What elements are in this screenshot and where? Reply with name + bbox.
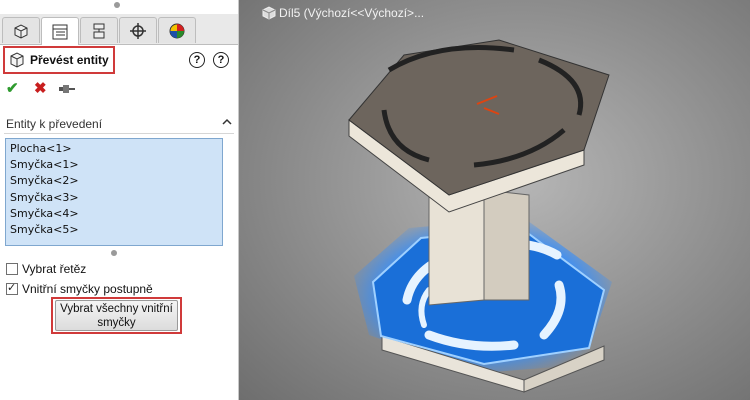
whats-new-help-icon[interactable]: ? [189, 52, 205, 68]
section-title: Entity k převedení [6, 117, 103, 131]
cancel-icon[interactable]: ✖ [34, 80, 47, 98]
tab-property-manager[interactable] [41, 17, 79, 45]
entities-listbox[interactable]: Plocha<1> Smyčka<1> Smyčka<2> Smyčka<3> … [5, 138, 223, 246]
tab-feature-tree[interactable] [2, 17, 40, 43]
top-plate [348, 39, 610, 213]
command-title: Převést entity [30, 53, 109, 67]
list-item[interactable]: Smyčka<5> [10, 222, 218, 238]
listbox-resize-handle[interactable] [111, 250, 117, 256]
panel-resize-handle[interactable] [114, 2, 120, 8]
tab-dimxpert-manager[interactable] [119, 17, 157, 43]
dimxpert-icon [130, 22, 146, 39]
select-chain-checkbox[interactable] [6, 263, 18, 275]
convert-entities-icon [10, 52, 24, 68]
select-all-inner-loops-button[interactable]: Vybrat všechny vnitřní smyčky [55, 300, 178, 331]
list-item[interactable]: Smyčka<2> [10, 173, 218, 189]
list-item[interactable]: Plocha<1> [10, 141, 218, 157]
property-manager-panel: Převést entity ? ? ✔ ✖ Entity k převeden… [0, 0, 239, 400]
list-item[interactable]: Smyčka<1> [10, 157, 218, 173]
property-manager-icon [52, 24, 68, 39]
list-item[interactable]: Smyčka<4> [10, 206, 218, 222]
command-header: Převést entity [3, 46, 115, 74]
list-item[interactable]: Smyčka<3> [10, 190, 218, 206]
tab-configuration-manager[interactable] [80, 17, 118, 43]
manager-tab-bar [0, 14, 238, 45]
tab-display-manager[interactable] [158, 17, 196, 43]
display-manager-icon [169, 23, 185, 38]
pin-icon[interactable] [58, 83, 76, 95]
feature-tree-icon [14, 23, 28, 39]
configuration-manager-icon [93, 23, 105, 38]
inner-loops-checkbox[interactable] [6, 281, 18, 295]
graphics-viewport[interactable]: Díl5 (Výchozí<<Výchozí>... [239, 0, 750, 400]
ok-icon[interactable]: ✔ [6, 80, 19, 98]
help-icon[interactable]: ? [213, 52, 229, 68]
select-chain-label: Vybrat řetěz [22, 262, 87, 276]
part-model [348, 39, 612, 393]
section-divider [4, 133, 234, 134]
chevron-up-icon[interactable] [222, 117, 232, 127]
inner-loops-label: Vnitřní smyčky postupně [22, 282, 153, 296]
